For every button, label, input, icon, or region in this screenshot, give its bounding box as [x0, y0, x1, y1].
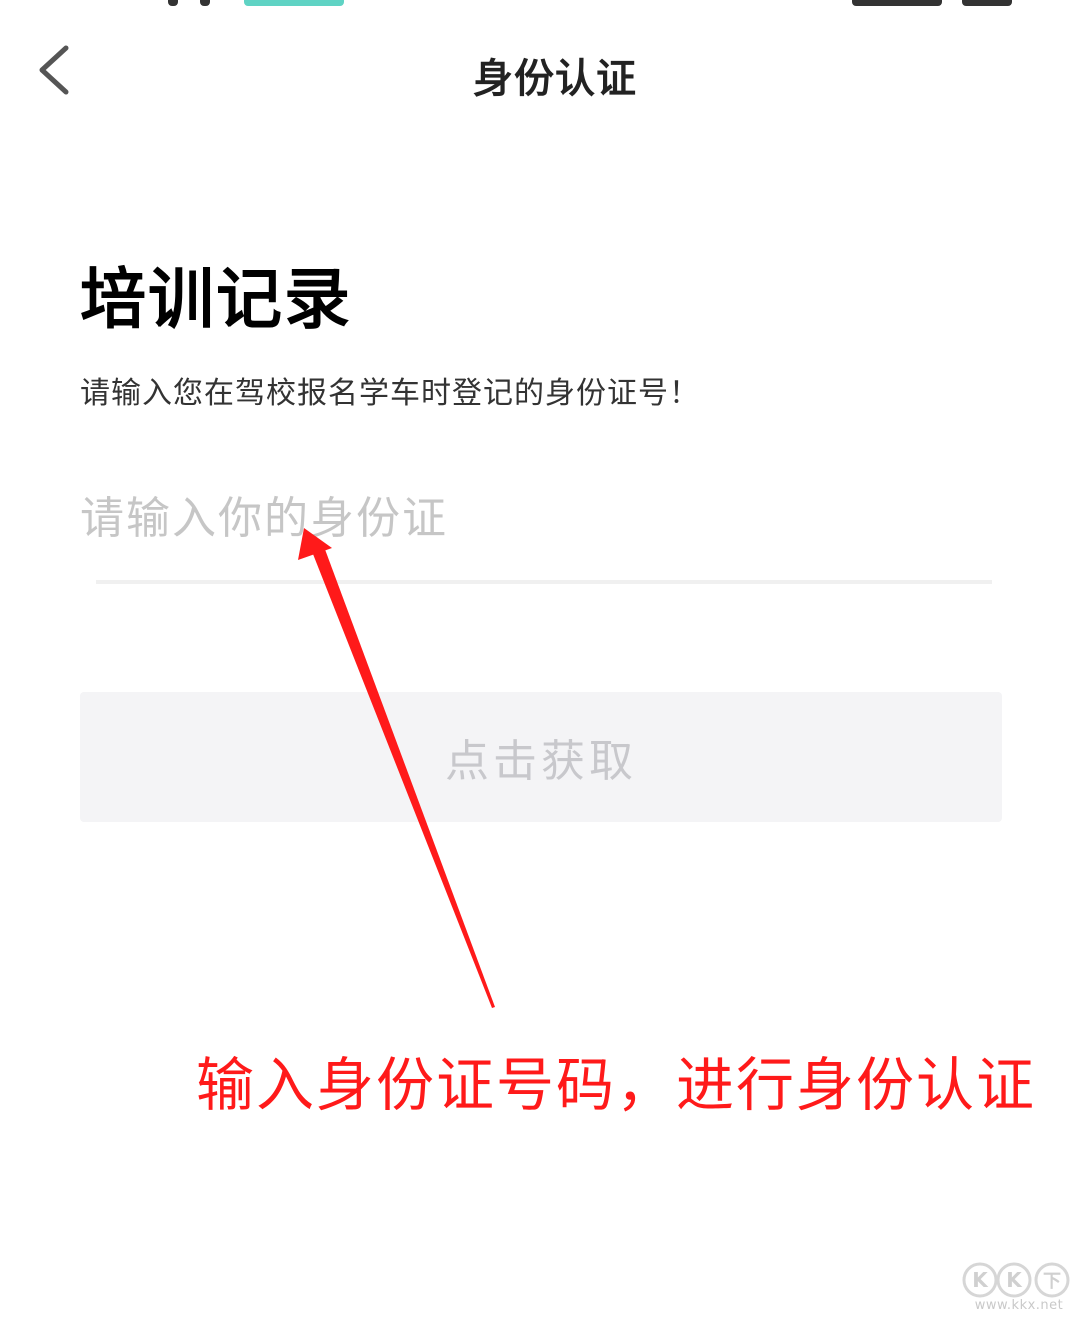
annotation-text: 输入身份证号码，进行身份认证	[196, 1051, 1037, 1119]
page-title: 身份认证	[473, 56, 637, 102]
status-bar	[0, 0, 1080, 8]
instruction-text: 请输入您在驾校报名学车时登记的身份证号！	[80, 376, 700, 411]
watermark: K K 下 www.kkx.net	[962, 1262, 1074, 1316]
battery-icon	[962, 0, 1012, 6]
svg-text:K: K	[972, 1268, 989, 1292]
id-number-input[interactable]	[80, 482, 992, 554]
svg-text:K: K	[1006, 1268, 1023, 1292]
status-wifi-icon	[852, 0, 942, 6]
status-badge-icon	[244, 0, 344, 6]
watermark-url: www.kkx.net	[974, 1298, 1064, 1313]
section-heading: 培训记录	[80, 261, 352, 338]
kkx-logo-icon: K K 下	[962, 1262, 1070, 1298]
input-underline	[96, 580, 992, 584]
status-signal-icon	[168, 0, 178, 6]
fetch-button[interactable]: 点击获取	[80, 692, 1002, 822]
nav-bar: 身份认证	[0, 20, 1080, 120]
status-signal-icon	[200, 0, 210, 6]
annotation-arrow	[298, 528, 495, 1008]
svg-text:下: 下	[1043, 1271, 1061, 1292]
